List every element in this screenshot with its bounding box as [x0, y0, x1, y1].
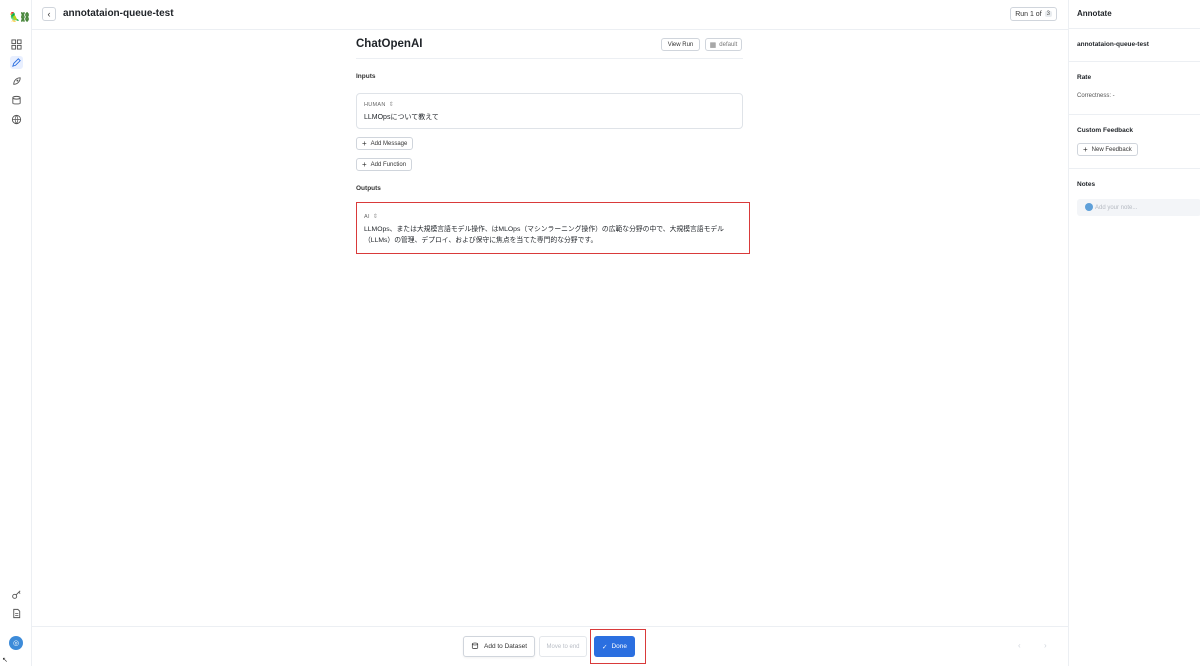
- top-bar: ‹ annotataion-queue-test Run 1 of 3: [32, 0, 1068, 30]
- plus-icon: +: [1083, 145, 1088, 154]
- annotate-panel: Annotate annotataion-queue-test Rate Cor…: [1068, 0, 1200, 666]
- cursor-icon: ↖: [2, 657, 8, 664]
- move-to-end-button[interactable]: Move to end: [539, 636, 587, 657]
- divider: [1069, 28, 1200, 29]
- user-avatar: [1085, 203, 1093, 211]
- default-tag-label: default: [719, 41, 738, 48]
- app-logo[interactable]: 🦜⛓: [9, 12, 31, 23]
- run-name-heading: ChatOpenAI: [356, 38, 423, 50]
- output-content[interactable]: LLMOps、または大規模言語モデル操作、はMLOps（マシンラーニング操作）の…: [364, 224, 744, 246]
- inputs-label: Inputs: [356, 73, 376, 80]
- grid-icon[interactable]: [10, 38, 23, 51]
- plus-icon: +: [362, 160, 367, 169]
- chevron-updown-icon: ⇕: [388, 102, 394, 108]
- message-role-select[interactable]: HUMAN ⇕: [364, 101, 394, 109]
- globe-icon[interactable]: [10, 113, 23, 126]
- message-role-select[interactable]: AI ⇕: [364, 213, 379, 221]
- run-counter-total: 3: [1044, 11, 1052, 17]
- add-to-dataset-label: Add to Dataset: [484, 643, 527, 650]
- notes-label: Notes: [1077, 181, 1096, 188]
- bottom-action-bar: Add to Dataset Move to end ✓ Done ‹ ›: [32, 626, 1068, 666]
- divider: [1069, 114, 1200, 115]
- rate-label: Rate: [1077, 74, 1092, 81]
- new-feedback-label: New Feedback: [1091, 146, 1132, 153]
- next-run-icon[interactable]: ›: [1044, 641, 1047, 650]
- custom-feedback-label: Custom Feedback: [1077, 127, 1133, 134]
- previous-run-icon[interactable]: ‹: [1018, 641, 1021, 650]
- add-to-dataset-button[interactable]: Add to Dataset: [463, 636, 535, 657]
- annotate-pencil-icon[interactable]: [10, 56, 23, 69]
- input-message[interactable]: HUMAN ⇕ LLMOpsについて教えて: [356, 93, 743, 129]
- annotate-title: Annotate: [1077, 9, 1112, 18]
- default-tag[interactable]: ▦ default: [705, 38, 742, 51]
- rocket-icon[interactable]: [10, 75, 23, 88]
- left-sidebar: 🦜⛓ ◎ ↖: [0, 0, 32, 666]
- divider: [1069, 168, 1200, 169]
- run-counter[interactable]: Run 1 of 3: [1010, 7, 1057, 21]
- done-button[interactable]: ✓ Done: [594, 636, 635, 657]
- database-icon[interactable]: [10, 94, 23, 107]
- divider: [356, 58, 743, 59]
- run-counter-label: Run 1 of: [1015, 10, 1042, 18]
- add-function-label: Add Function: [370, 161, 407, 168]
- divider: [1069, 61, 1200, 62]
- queue-name: annotataion-queue-test: [1077, 41, 1149, 48]
- outputs-label: Outputs: [356, 185, 381, 192]
- correctness-score[interactable]: Correctness: -: [1077, 93, 1115, 99]
- new-feedback-button[interactable]: + New Feedback: [1077, 143, 1138, 156]
- notes-input[interactable]: Add your note...: [1077, 199, 1200, 216]
- database-icon: [471, 642, 479, 652]
- message-content[interactable]: LLMOpsについて教えて: [364, 112, 439, 122]
- page-title: annotataion-queue-test: [63, 8, 174, 19]
- user-avatar[interactable]: ◎: [9, 636, 23, 650]
- grid-icon: ▦: [709, 41, 717, 49]
- add-message-button[interactable]: + Add Message: [356, 137, 414, 150]
- chevron-left-icon: ‹: [47, 9, 51, 19]
- output-message[interactable]: AI ⇕ LLMOps、または大規模言語モデル操作、はMLOps（マシンラーニン…: [356, 202, 750, 254]
- key-icon[interactable]: [10, 588, 23, 601]
- check-icon: ✓: [602, 643, 608, 651]
- add-function-button[interactable]: + Add Function: [356, 158, 413, 171]
- notes-placeholder: Add your note...: [1095, 204, 1138, 211]
- done-label: Done: [611, 643, 627, 650]
- add-message-label: Add Message: [370, 140, 408, 147]
- back-button[interactable]: ‹: [42, 7, 56, 21]
- message-role: AI: [364, 213, 370, 220]
- app-root: 🦜⛓ ◎ ↖ ‹ annotataion-queue-test Run 1 of: [0, 0, 1200, 666]
- view-run-button[interactable]: View Run: [661, 38, 700, 51]
- plus-icon: +: [362, 139, 367, 148]
- message-role: HUMAN: [364, 101, 386, 108]
- document-icon[interactable]: [10, 607, 23, 620]
- chevron-updown-icon: ⇕: [372, 214, 379, 220]
